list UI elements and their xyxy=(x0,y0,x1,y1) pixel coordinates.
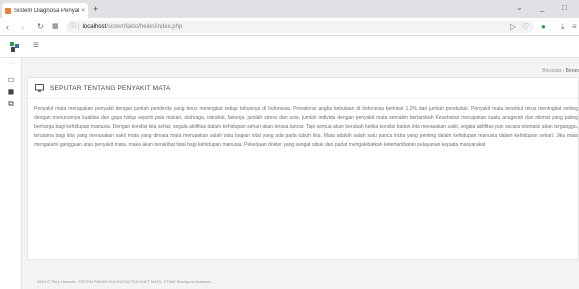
sidebar-dots-icon: ··· xyxy=(8,60,15,67)
breadcrumb-current: Beran xyxy=(565,68,579,74)
panel-header: SEPUTAR TENTANG PENYAKIT MATA xyxy=(28,78,578,99)
bookmark-icon[interactable]: ▷ xyxy=(510,21,516,33)
content-panel: SEPUTAR TENTANG PENYAKIT MATA Penyakit m… xyxy=(27,77,579,260)
minimize-icon[interactable]: _ xyxy=(540,3,544,12)
favicon-icon xyxy=(5,7,11,14)
address-bar[interactable]: ⓘ | localhost/sistemfakto/helen/index.php xyxy=(66,21,534,33)
menu-icon[interactable]: ≡ xyxy=(572,21,577,33)
restore-icon[interactable]: □ xyxy=(562,3,567,12)
browser-tab[interactable]: Sistem Diagnosa Penyakit × xyxy=(2,3,88,18)
breadcrumb: Beranda › Beran xyxy=(542,68,579,74)
home-icon[interactable]: ▦ xyxy=(52,21,59,33)
new-tab-button[interactable]: + xyxy=(93,3,98,15)
url-path: /sistemfakto/helen/index.php xyxy=(106,24,183,30)
extension-icon[interactable]: ● xyxy=(541,21,546,33)
panel-body-text: Penyakit mata merupakan penyakit dengan … xyxy=(34,106,578,148)
tab-list-icon[interactable]: ⌄ xyxy=(516,3,523,12)
footer-text: 2019 © Fikry Hamzah. SISTEM PAKAR DIAGNO… xyxy=(37,279,213,284)
back-icon[interactable]: ‹ xyxy=(6,21,9,33)
forward-icon[interactable]: › xyxy=(21,21,24,33)
sidebar-item-copy[interactable]: ⧉ xyxy=(6,99,16,109)
tab-title: Sistem Diagnosa Penyakit xyxy=(14,7,80,14)
browser-tab-bar: Sistem Diagnosa Penyakit × + ⌄ _ □ xyxy=(0,0,579,18)
url-host: localhost xyxy=(82,24,107,30)
sidebar-item-monitor[interactable]: ▭ xyxy=(6,75,16,85)
app-header: ≡ xyxy=(0,36,579,58)
hamburger-icon[interactable]: ≡ xyxy=(33,40,39,52)
download-icon[interactable]: ⤓ xyxy=(561,21,565,33)
reload-icon[interactable]: ↻ xyxy=(37,21,44,33)
browser-toolbar: ‹ › ↻ ▦ ⓘ | localhost/sistemfakto/helen/in… xyxy=(0,18,579,36)
sidebar-item-users[interactable]: ◼ xyxy=(6,87,16,97)
site-info-icon[interactable]: ⓘ xyxy=(70,24,76,30)
monitor-icon xyxy=(35,84,44,92)
sidebar: ··· ▭ ◼ ⧉ xyxy=(0,58,22,289)
pocket-icon[interactable]: ♡ xyxy=(522,21,529,33)
breadcrumb-home[interactable]: Beranda xyxy=(542,68,561,74)
panel-title: SEPUTAR TENTANG PENYAKIT MATA xyxy=(50,84,171,92)
breadcrumb-separator: › xyxy=(562,68,565,74)
app-logo xyxy=(10,42,19,52)
tab-close-icon[interactable]: × xyxy=(81,8,85,14)
